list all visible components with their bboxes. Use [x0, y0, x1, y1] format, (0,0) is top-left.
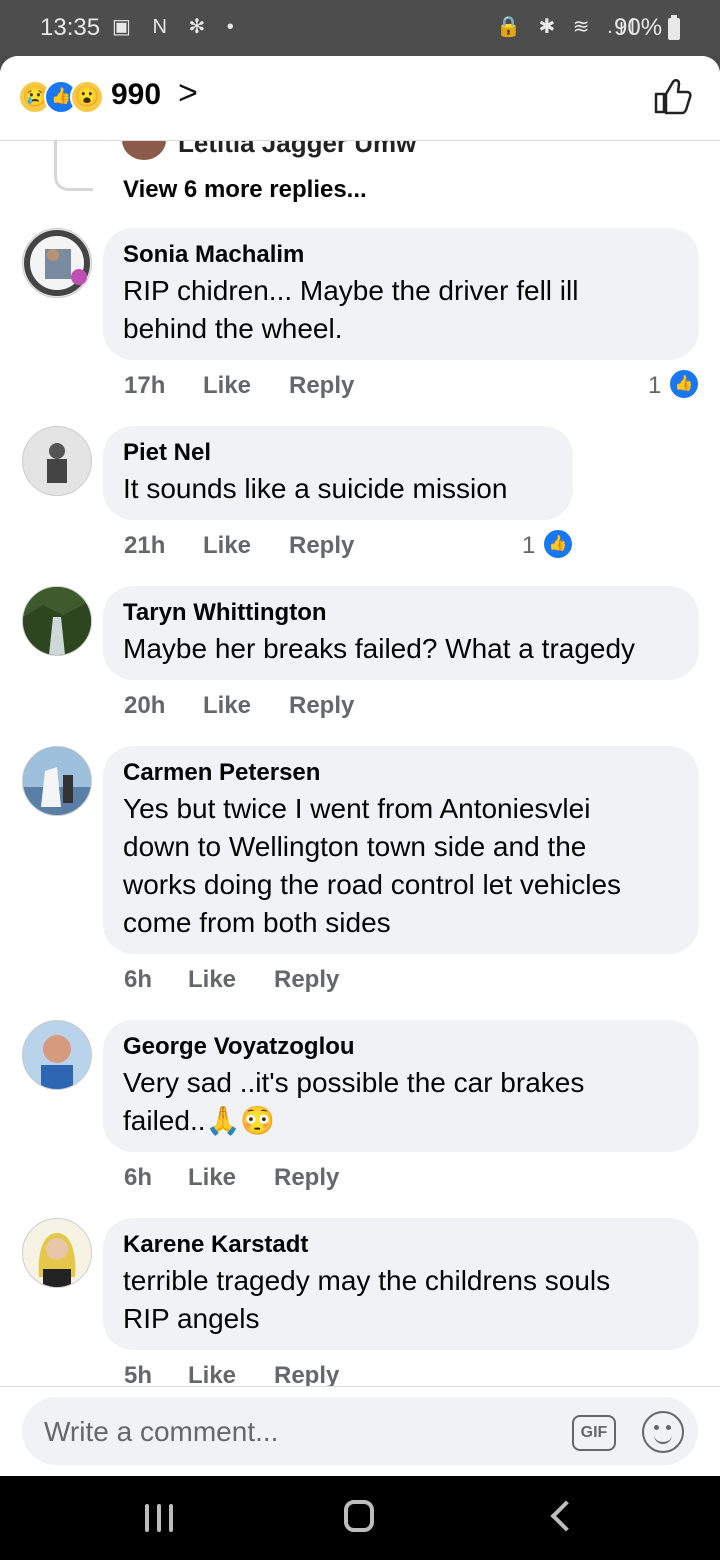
comment-author-name[interactable]: George Voyatzoglou — [123, 1032, 679, 1062]
comment-text-line: Yes but twice I went from Antoniesvlei — [123, 793, 591, 824]
comment-text-line: It sounds like a suicide mission — [123, 473, 508, 504]
chevron-right-icon[interactable]: > — [178, 74, 198, 113]
recents-icon[interactable] — [145, 1504, 175, 1532]
avatar[interactable] — [22, 586, 92, 656]
comments-sheet: 😢 👍 😮 990 > Letitia Jagger Umw View 6 mo… — [0, 56, 720, 1476]
wow-reaction-icon: 😮 — [70, 80, 104, 114]
status-bar: 13:35 ▣ N ✻ • 🔒 ✱ ≋ .ıl 90% — [0, 0, 720, 56]
notification-icons: ▣ N ✻ • — [112, 16, 242, 38]
reply-button[interactable]: Reply — [274, 1164, 339, 1192]
comment-time[interactable]: 20h — [124, 692, 165, 720]
comment-text: RIP chidren... Maybe the driver fell ill… — [123, 272, 679, 348]
comment-author-name[interactable]: Sonia Machalim — [123, 240, 679, 270]
comment-bubble[interactable]: Sonia Machalim RIP chidren... Maybe the … — [103, 228, 699, 360]
reply-button[interactable]: Reply — [289, 532, 354, 560]
system-nav-bar — [0, 1476, 720, 1560]
like-button[interactable]: Like — [188, 966, 236, 994]
comment-bubble[interactable]: Karene Karstadt terrible tragedy may the… — [103, 1218, 699, 1350]
comment-text-line: failed..🙏😳 — [123, 1105, 276, 1136]
comment-text-line: behind the wheel. — [123, 313, 343, 344]
avatar[interactable] — [22, 426, 92, 496]
comment-bubble[interactable]: Carmen Petersen Yes but twice I went fro… — [103, 746, 699, 954]
avatar[interactable] — [22, 1020, 92, 1090]
like-count[interactable]: 1 — [522, 532, 535, 560]
comment-text-line: RIP chidren... Maybe the driver fell ill — [123, 275, 579, 306]
thread-connector — [54, 140, 93, 191]
like-button[interactable]: Like — [203, 692, 251, 720]
comment-text-line: come from both sides — [123, 907, 391, 938]
comments-list[interactable]: Letitia Jagger Umw View 6 more replies..… — [0, 140, 720, 1386]
reply-button[interactable]: Reply — [274, 1362, 339, 1386]
like-badge-icon: 👍 — [542, 528, 574, 560]
battery-icon — [668, 15, 680, 40]
avatar-image — [23, 587, 91, 655]
comment-bubble[interactable]: George Voyatzoglou Very sad ..it's possi… — [103, 1020, 699, 1152]
comment-author-name[interactable]: Piet Nel — [123, 438, 553, 468]
comment-text-line: RIP angels — [123, 1303, 260, 1334]
comment-text: terrible tragedy may the childrens souls… — [123, 1262, 679, 1338]
avatar[interactable] — [22, 1218, 92, 1288]
comment-text-line: Very sad ..it's possible the car brakes — [123, 1067, 585, 1098]
view-more-replies-link[interactable]: View 6 more replies... — [123, 176, 367, 204]
comment-text-line: Maybe her breaks failed? What a tragedy — [123, 633, 636, 664]
reply-button[interactable]: Reply — [289, 692, 354, 720]
like-button[interactable]: Like — [203, 532, 251, 560]
comment-text: It sounds like a suicide mission — [123, 470, 553, 508]
comment-author-name[interactable]: Carmen Petersen — [123, 758, 679, 788]
like-count[interactable]: 1 — [648, 372, 661, 400]
avatar-image — [23, 1219, 91, 1287]
comment-time[interactable]: 17h — [124, 372, 165, 400]
avatar-image — [23, 1021, 91, 1089]
comment-text: Very sad ..it's possible the car brakes … — [123, 1064, 679, 1140]
reply-author-name[interactable]: Letitia Jagger Umw — [178, 140, 416, 159]
thumbs-up-icon[interactable] — [652, 76, 692, 116]
battery-level: 90% — [614, 14, 663, 41]
comment-time[interactable]: 6h — [124, 966, 152, 994]
comment-composer: Write a comment... GIF — [0, 1386, 720, 1476]
comment-time[interactable]: 21h — [124, 532, 165, 560]
avatar[interactable] — [22, 746, 92, 816]
avatar-image — [23, 427, 91, 495]
like-button[interactable]: Like — [188, 1164, 236, 1192]
comment-text: Maybe her breaks failed? What a tragedy — [123, 630, 679, 668]
comment-text: Yes but twice I went from Antoniesvlei d… — [123, 790, 679, 942]
avatar[interactable] — [122, 140, 166, 160]
back-icon[interactable] — [550, 1500, 582, 1532]
comment-bubble[interactable]: Piet Nel It sounds like a suicide missio… — [103, 426, 573, 520]
gif-button[interactable]: GIF — [572, 1415, 616, 1451]
avatar-image — [23, 747, 91, 815]
comment-bubble[interactable]: Taryn Whittington Maybe her breaks faile… — [103, 586, 699, 680]
comment-author-name[interactable]: Taryn Whittington — [123, 598, 679, 628]
avatar[interactable] — [22, 228, 92, 298]
emoji-mouth-shape — [654, 1433, 672, 1444]
like-badge-icon: 👍 — [668, 368, 700, 400]
reply-button[interactable]: Reply — [289, 372, 354, 400]
reply-button[interactable]: Reply — [274, 966, 339, 994]
comment-author-name[interactable]: Karene Karstadt — [123, 1230, 679, 1260]
home-icon[interactable] — [344, 1500, 374, 1532]
avatar-image — [24, 230, 90, 296]
comment-input[interactable]: Write a comment... GIF — [22, 1397, 698, 1465]
reaction-count[interactable]: 990 — [111, 78, 161, 112]
partial-reply-row: Letitia Jagger Umw — [0, 140, 720, 191]
comment-input-placeholder[interactable]: Write a comment... — [44, 1416, 278, 1448]
emoji-icon[interactable] — [642, 1411, 684, 1453]
comment-time[interactable]: 5h — [124, 1362, 152, 1386]
comment-text-line: works doing the road control let vehicle… — [123, 869, 622, 900]
status-time: 13:35 — [40, 14, 101, 41]
comment-time[interactable]: 6h — [124, 1164, 152, 1192]
comment-text-line: terrible tragedy may the childrens souls — [123, 1265, 611, 1296]
reactions-header: 😢 👍 😮 990 > — [0, 56, 720, 141]
comment-text-line: down to Wellington town side and the — [123, 831, 587, 862]
like-button[interactable]: Like — [203, 372, 251, 400]
like-button[interactable]: Like — [188, 1362, 236, 1386]
